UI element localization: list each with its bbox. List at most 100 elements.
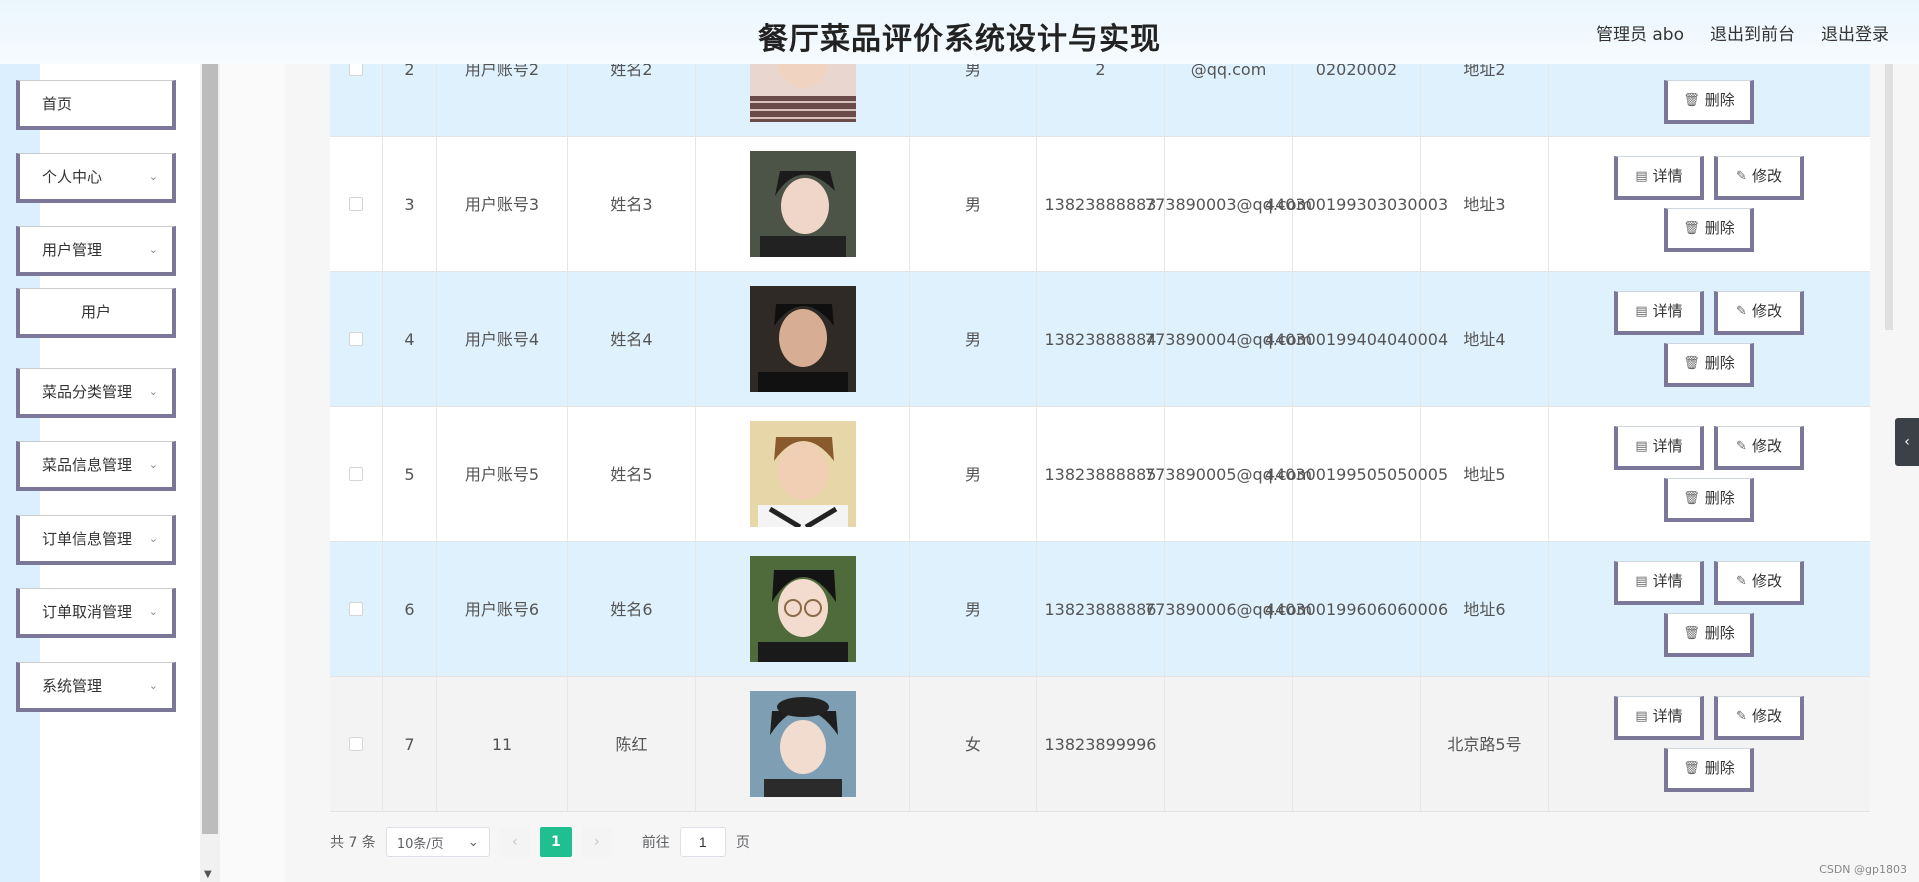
sidebar: 首页 个人中心 ⌄ 用户管理 ⌄ 用户 菜品分类管理 ⌄ 菜品信息管理 ⌄ 订单信息管理… <box>0 64 200 882</box>
idcard-cell: 440300199505050005 <box>1265 407 1448 541</box>
detail-button[interactable]: ▤ 详情 <box>1614 561 1704 605</box>
pencil-icon: ✎ <box>1736 574 1747 589</box>
name-cell: 姓名6 <box>568 542 696 676</box>
delete-button[interactable]: 🗑 删除 <box>1664 748 1754 792</box>
sidebar-item-home[interactable]: 首页 <box>16 80 176 130</box>
button-label: 修改 <box>1751 707 1782 725</box>
button-label: 修改 <box>1751 572 1782 590</box>
document-icon: ▤ <box>1635 574 1648 589</box>
sidebar-item-user-management[interactable]: 用户管理 ⌄ <box>16 226 176 276</box>
to-front-link[interactable]: 退出到前台 <box>1710 20 1795 45</box>
edit-button[interactable]: ✎ 修改 <box>1714 696 1804 740</box>
chevron-down-icon: ⌄ <box>148 385 158 398</box>
sidebar-item-label: 首页 <box>42 95 73 113</box>
detail-button[interactable]: ▤ 详情 <box>1614 696 1704 740</box>
sidebar-item-order-cancel[interactable]: 订单取消管理 ⌄ <box>16 588 176 638</box>
button-label: 详情 <box>1652 707 1683 725</box>
delete-button[interactable]: 🗑 删除 <box>1664 208 1754 252</box>
button-label: 详情 <box>1652 167 1683 185</box>
collapse-panel-button[interactable]: ‹ <box>1895 418 1919 466</box>
trash-icon: 🗑 <box>1683 93 1700 108</box>
operations-cell: ▤ 详情 ✎ 修改 🗑 删除 <box>1549 137 1869 271</box>
operations-cell: ▤ 详情 ✎ 修改 🗑 删除 <box>1549 542 1869 676</box>
trash-icon: 🗑 <box>1683 356 1700 371</box>
scrollbar-thumb[interactable] <box>202 64 218 834</box>
chevron-down-icon: ⌄ <box>148 532 158 545</box>
avatar <box>749 691 856 797</box>
account-cell: 用户账号3 <box>437 137 568 271</box>
row-checkbox[interactable] <box>349 62 363 76</box>
document-icon: ▤ <box>1635 439 1648 454</box>
button-label: 详情 <box>1652 572 1683 590</box>
detail-button[interactable]: ▤ 详情 <box>1614 426 1704 470</box>
button-label: 删除 <box>1704 354 1735 372</box>
phone-cell: 13823899996 <box>1037 677 1165 811</box>
detail-button[interactable]: ▤ 详情 <box>1614 291 1704 335</box>
page-size-value: 10条/页 <box>396 836 444 852</box>
chevron-left-icon: ‹ <box>1904 434 1910 450</box>
button-label: 删除 <box>1704 489 1735 507</box>
avatar-cell <box>696 542 910 676</box>
pagination: 共 7 条 10条/页 ⌄ ‹ 1 › 前往 页 <box>330 820 750 864</box>
delete-button[interactable]: 🗑 删除 <box>1664 343 1754 387</box>
table-row: 7 11 陈红 女 13823899996 北京路5号 ▤ 详情 ✎ 修改 🗑 删除 <box>330 677 1870 812</box>
page-size-select[interactable]: 10条/页 ⌄ <box>385 827 490 857</box>
sidebar-item-label: 订单信息管理 <box>42 530 133 548</box>
address-cell: 地址6 <box>1421 542 1549 676</box>
sidebar-item-system[interactable]: 系统管理 ⌄ <box>16 662 176 712</box>
goto-suffix: 页 <box>735 835 750 851</box>
avatar-cell <box>696 407 910 541</box>
sidebar-item-personal-center[interactable]: 个人中心 ⌄ <box>16 153 176 203</box>
logout-link[interactable]: 退出登录 <box>1821 20 1889 45</box>
row-checkbox[interactable] <box>349 737 363 751</box>
detail-button[interactable]: ▤ 详情 <box>1614 156 1704 200</box>
avatar <box>749 151 856 257</box>
sidebar-subitem-users[interactable]: 用户 <box>16 288 176 338</box>
sex-cell: 男 <box>910 407 1037 541</box>
row-checkbox[interactable] <box>349 197 363 211</box>
delete-button[interactable]: 🗑 删除 <box>1664 613 1754 657</box>
table-row: 4 用户账号4 姓名4 男 13823888884 773890004@qq.c… <box>330 272 1870 407</box>
page-number-active[interactable]: 1 <box>539 827 572 857</box>
pencil-icon: ✎ <box>1736 304 1747 319</box>
next-page-button[interactable]: › <box>581 827 612 857</box>
button-label: 删除 <box>1704 219 1735 237</box>
row-checkbox[interactable] <box>349 602 363 616</box>
idcard-cell: 440300199404040004 <box>1265 272 1448 406</box>
sidebar-item-dish-category[interactable]: 菜品分类管理 ⌄ <box>16 368 176 418</box>
edit-button[interactable]: ✎ 修改 <box>1714 156 1804 200</box>
account-cell: 用户账号6 <box>437 542 568 676</box>
avatar-cell <box>696 137 910 271</box>
delete-button[interactable]: 🗑 删除 <box>1664 478 1754 522</box>
sidebar-item-dish-info[interactable]: 菜品信息管理 ⌄ <box>16 441 176 491</box>
sidebar-item-order-info[interactable]: 订单信息管理 ⌄ <box>16 515 176 565</box>
account-cell: 用户账号5 <box>437 407 568 541</box>
table-row: 6 用户账号6 姓名6 男 13823888886 773890006@qq.c… <box>330 542 1870 677</box>
name-cell: 姓名3 <box>568 137 696 271</box>
sidebar-item-label: 个人中心 <box>42 168 103 186</box>
idcard-cell: 440300199303030003 <box>1265 137 1448 271</box>
edit-button[interactable]: ✎ 修改 <box>1714 291 1804 335</box>
row-index: 5 <box>383 407 437 541</box>
row-index: 3 <box>383 137 437 271</box>
operations-cell: ▤ 详情 ✎ 修改 🗑 删除 <box>1549 272 1869 406</box>
goto-page-input[interactable] <box>679 827 726 857</box>
top-header: 餐厅菜品评价系统设计与实现 管理员 abo 退出到前台 退出登录 <box>0 0 1919 64</box>
sidebar-item-label: 系统管理 <box>42 677 103 695</box>
right-scrollbar[interactable] <box>1885 64 1893 330</box>
pencil-icon: ✎ <box>1736 169 1747 184</box>
operations-cell: ▤ 详情 ✎ 修改 🗑 删除 <box>1549 407 1869 541</box>
row-checkbox[interactable] <box>349 332 363 346</box>
avatar <box>749 556 856 662</box>
scroll-down-arrow-icon[interactable]: ▼ <box>204 869 212 880</box>
edit-button[interactable]: ✎ 修改 <box>1714 561 1804 605</box>
prev-page-button[interactable]: ‹ <box>499 827 530 857</box>
sidebar-scrollbar[interactable]: ▼ <box>200 64 220 882</box>
avatar <box>749 421 856 527</box>
button-label: 修改 <box>1751 167 1782 185</box>
edit-button[interactable]: ✎ 修改 <box>1714 426 1804 470</box>
delete-button[interactable]: 🗑 删除 <box>1664 80 1754 124</box>
row-checkbox[interactable] <box>349 467 363 481</box>
operations-cell: ▤ 详情 ✎ 修改 🗑 删除 <box>1549 677 1869 811</box>
pencil-icon: ✎ <box>1736 439 1747 454</box>
